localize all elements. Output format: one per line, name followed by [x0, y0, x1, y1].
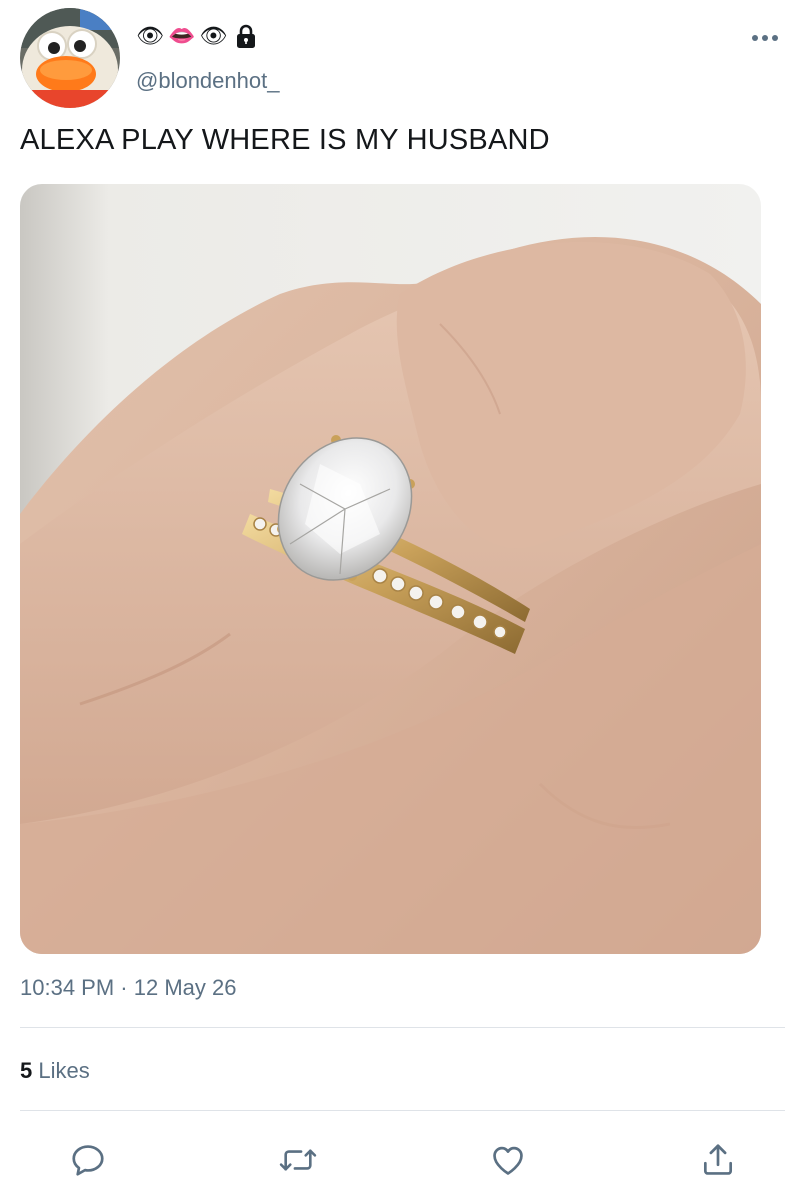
user-handle[interactable]: @blondenhot_	[136, 68, 279, 94]
heart-icon	[493, 1146, 523, 1175]
engagement-ring-photo	[20, 184, 761, 954]
reply-button[interactable]	[68, 1140, 108, 1180]
retweet-button[interactable]	[278, 1140, 318, 1180]
divider	[20, 1027, 785, 1028]
tweet-timestamp[interactable]: 10:34 PM · 12 May 26	[20, 975, 236, 1001]
likes-count: 5	[20, 1058, 33, 1083]
share-button[interactable]	[698, 1140, 738, 1180]
share-icon	[703, 1144, 733, 1175]
eye-emoji-left: 👁	[136, 23, 164, 48]
eye-emoji-right: 👁	[199, 23, 228, 48]
tweet-date: 12 May 26	[133, 975, 237, 1000]
likes-label: Likes	[38, 1058, 90, 1083]
lips-emoji: 👄	[167, 23, 196, 48]
more-options-button[interactable]	[748, 28, 782, 48]
likes-stat[interactable]: 5 Likes	[20, 1058, 90, 1084]
display-name[interactable]: 👁 👄 👁	[136, 22, 257, 50]
tweet-text: ALEXA PLAY WHERE IS MY HUSBAND	[20, 124, 550, 156]
tweet-photo[interactable]	[20, 184, 761, 954]
retweet-icon	[279, 1149, 317, 1171]
timestamp-separator: ·	[120, 975, 128, 1000]
tweet-time: 10:34 PM	[20, 975, 115, 1000]
reply-icon	[72, 1145, 104, 1176]
like-button[interactable]	[488, 1140, 528, 1180]
avatar-duck-image	[20, 8, 120, 108]
avatar[interactable]	[20, 8, 120, 108]
lock-icon	[237, 24, 256, 48]
divider	[20, 1110, 785, 1111]
more-dots-icon	[752, 35, 778, 41]
